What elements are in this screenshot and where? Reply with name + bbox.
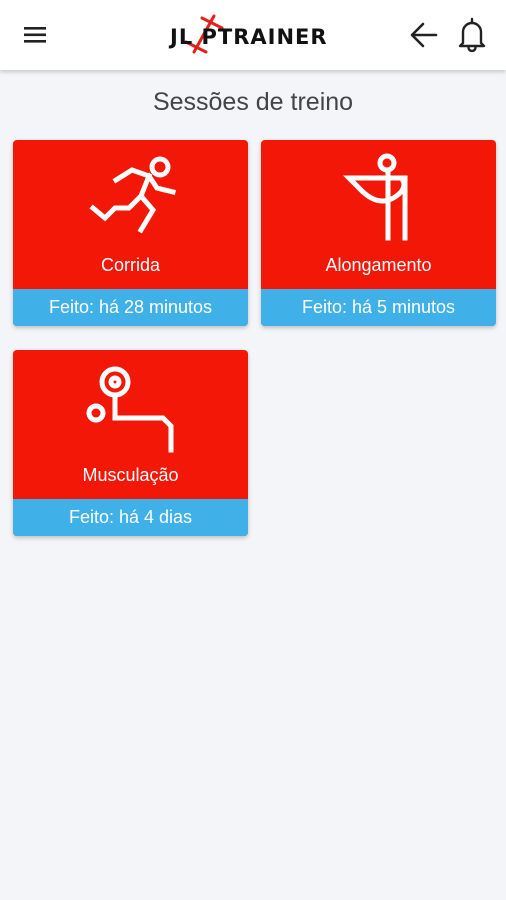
page-title: Sessões de treino: [152, 88, 354, 116]
session-card-alongamento[interactable]: Alongamento Feito: há 5 minutos: [261, 140, 496, 326]
session-label: Alongamento: [325, 255, 432, 275]
app-logo: JL PTRAINER: [166, 12, 346, 58]
session-card-corrida[interactable]: Corrida Feito: há 28 minutos: [13, 140, 248, 326]
logo-text: JL PTRAINER: [170, 25, 328, 49]
running-person-icon: [89, 156, 177, 234]
weightlifting-person-icon: [86, 366, 174, 453]
session-label: Corrida: [100, 255, 161, 275]
menu-button[interactable]: [20, 22, 50, 48]
session-status: Feito: há 5 minutos: [261, 289, 496, 326]
app-bar: JL PTRAINER: [0, 0, 506, 70]
back-button[interactable]: [408, 19, 440, 51]
hamburger-menu-icon: [24, 27, 46, 43]
session-label: Musculação: [82, 465, 179, 485]
notifications-button[interactable]: [456, 16, 488, 53]
arrow-left-icon: [410, 22, 438, 48]
stretching-person-icon: [342, 153, 408, 241]
session-status: Feito: há 4 dias: [13, 499, 248, 536]
session-card-musculacao[interactable]: Musculação Feito: há 4 dias: [13, 350, 248, 536]
session-status: Feito: há 28 minutos: [13, 289, 248, 326]
bell-icon: [458, 17, 486, 53]
